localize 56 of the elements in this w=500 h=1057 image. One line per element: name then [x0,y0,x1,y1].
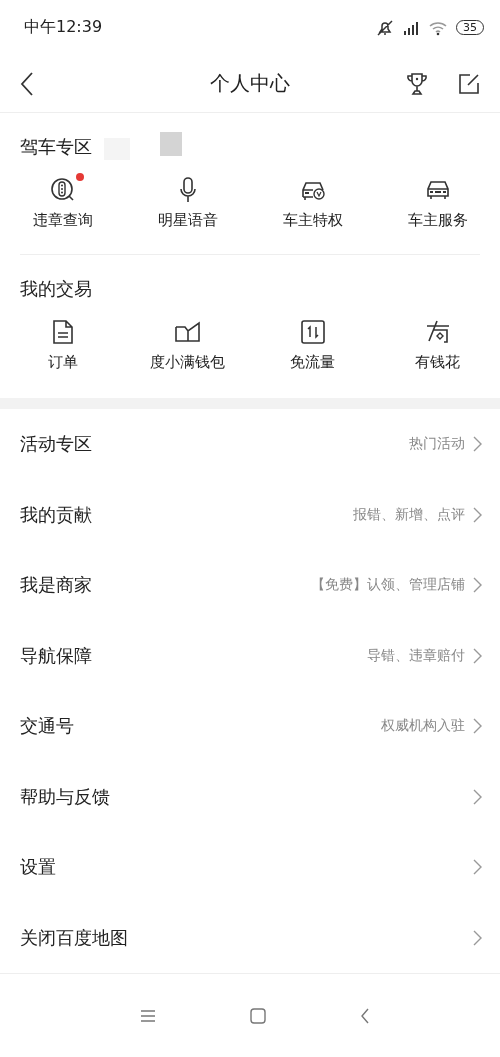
menu-row[interactable]: 我是商家 【免费】认领、管理店铺 [0,550,500,621]
back-icon[interactable] [20,70,34,97]
chevron-icon [473,718,482,735]
menu-label: 关闭百度地图 [20,925,129,950]
car-icon [424,178,451,202]
section-title: 驾车专区 [20,135,92,159]
shortcut-item[interactable]: 车主特权 [250,175,375,230]
muted-bell-icon [376,19,394,36]
menu-label: 导航保障 [20,643,93,668]
shortcut-item[interactable]: 明星语音 [125,175,250,230]
shortcut-item[interactable]: 度小满钱包 [125,317,250,372]
signal-icon [402,19,420,36]
section-title: 我的交易 [20,277,92,301]
chevron-icon [473,647,482,664]
menu-label: 我是商家 [20,573,93,598]
chevron-icon [473,788,482,805]
page-title: 个人中心 [210,70,290,97]
menu-row[interactable]: 帮助与反馈 [0,761,500,832]
chevron-icon [473,577,482,594]
menu-row[interactable]: 活动专区 热门活动 [0,409,500,480]
menu-row[interactable]: 设置 [0,832,500,903]
microphone-icon [177,176,198,204]
chevron-icon [473,506,482,523]
traffic-light-icon [49,177,76,203]
credit-icon [424,319,451,345]
menu-hint: 热门活动 [409,435,465,454]
menu-row[interactable]: 关闭百度地图 [0,902,500,973]
menu-label: 交通号 [20,714,75,739]
chevron-icon [473,859,482,876]
menu-hint: 权威机构入驻 [381,717,465,736]
menu-label: 帮助与反馈 [20,784,111,809]
edit-icon[interactable] [458,72,480,95]
open-book-icon [173,321,202,343]
trophy-icon[interactable] [406,71,428,96]
document-icon [51,319,74,345]
shortcut-item[interactable]: 违章查询 [0,175,125,230]
data-flow-icon [299,319,326,345]
shortcut-item[interactable]: 订单 [0,317,125,372]
wifi-icon [428,19,448,36]
menu-row[interactable]: 我的贡献 报错、新增、点评 [0,479,500,550]
menu-label: 我的贡献 [20,502,93,527]
chevron-icon [473,436,482,453]
status-time: 中午12:39 [24,17,103,38]
chevron-icon [473,929,482,946]
menu-icon[interactable] [140,1008,156,1023]
menu-hint: 【免费】认领、管理店铺 [311,576,465,595]
shortcut-item[interactable]: 车主服务 [375,175,500,230]
menu-hint: 导错、违章赔付 [367,646,465,665]
menu-label: 活动专区 [20,432,93,457]
home-icon[interactable] [250,1007,266,1024]
menu-row[interactable]: 导航保障 导错、违章赔付 [0,620,500,691]
shortcut-item[interactable]: 有钱花 [375,317,500,372]
shortcut-item[interactable]: 免流量 [250,317,375,372]
menu-row[interactable]: 交通号 权威机构入驻 [0,691,500,762]
menu-hint: 报错、新增、点评 [353,505,465,524]
menu-label: 设置 [20,855,57,880]
